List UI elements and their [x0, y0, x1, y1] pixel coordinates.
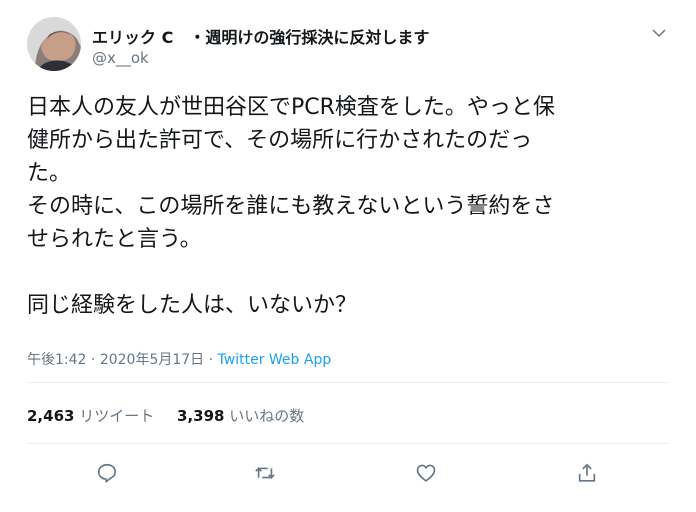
like-stat[interactable]: 3,398 いいねの数 — [177, 407, 304, 425]
reply-icon[interactable] — [90, 456, 124, 490]
heart-icon[interactable] — [409, 456, 443, 490]
tweet-time[interactable]: 午後1:42 — [27, 352, 86, 368]
avatar-image — [27, 17, 81, 71]
like-label: いいねの数 — [229, 407, 305, 425]
tweet-stats: 2,463 リツイート 3,398 いいねの数 — [27, 405, 322, 426]
retweet-icon[interactable] — [248, 456, 282, 490]
divider — [27, 382, 669, 383]
chevron-down-icon[interactable] — [650, 24, 668, 42]
divider — [27, 443, 669, 444]
like-count: 3,398 — [177, 407, 225, 425]
separator: · — [90, 352, 100, 368]
tweet-source[interactable]: Twitter Web App — [218, 352, 332, 368]
retweet-count: 2,463 — [27, 407, 75, 425]
retweet-stat[interactable]: 2,463 リツイート — [27, 407, 159, 425]
author-handle[interactable]: @x__ok — [92, 49, 149, 67]
tweet-card: エリック C ・週明けの強行採決に反対します @x__ok 日本人の友人が世田谷… — [0, 0, 696, 512]
tweet-actions — [0, 456, 696, 490]
tweet-date[interactable]: 2020年5月17日 — [100, 352, 204, 368]
author-name[interactable]: エリック C ・週明けの強行採決に反対します — [92, 24, 429, 48]
avatar[interactable] — [27, 17, 81, 71]
share-icon[interactable] — [570, 456, 604, 490]
retweet-label: リツイート — [79, 407, 155, 425]
tweet-meta: 午後1:42 · 2020年5月17日 · Twitter Web App — [27, 349, 331, 369]
tweet-text: 日本人の友人が世田谷区でPCR検査をした。やっと保 健所から出た許可で、その場所… — [27, 95, 555, 318]
separator: · — [208, 352, 218, 368]
